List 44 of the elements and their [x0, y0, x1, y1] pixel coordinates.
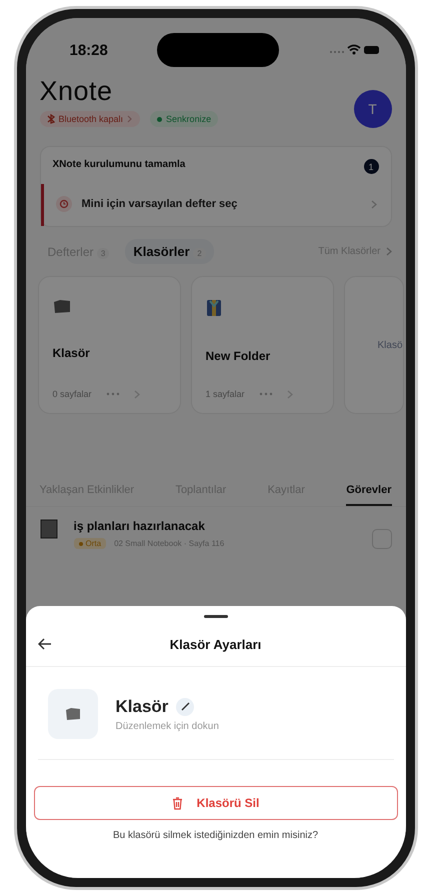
folder-icon [52, 299, 70, 314]
drag-handle[interactable] [204, 615, 228, 618]
task-title: iş planları hazırlanacak [74, 519, 206, 533]
folder-card[interactable]: New Folder 1 sayfalar [190, 276, 334, 414]
chevron-right-icon [134, 390, 140, 398]
setup-task-text: Mini için varsayılan defter seç [82, 198, 238, 210]
pencil-icon [180, 702, 190, 711]
chevron-right-icon [386, 247, 392, 256]
back-arrow-icon[interactable] [38, 638, 52, 650]
priority-dot [78, 542, 82, 546]
feed-tab[interactable]: Görevler [346, 484, 392, 506]
status-icons [328, 43, 380, 57]
page-count: 1 sayfalar [206, 389, 245, 399]
sheet-title: Klasör Ayarları [170, 636, 262, 652]
avatar[interactable]: T [354, 90, 392, 128]
folder-name: Klasö [377, 340, 402, 350]
trash-icon [172, 796, 183, 810]
setup-task-row[interactable]: Mini için varsayılan defter seç [40, 184, 390, 226]
delete-folder-button[interactable]: Klasörü Sil [34, 786, 398, 820]
bluetooth-off-icon [46, 114, 54, 124]
app-logo: Xnote [40, 76, 114, 107]
count-badge: 1 [364, 159, 378, 174]
folder-name: New Folder [206, 349, 272, 363]
status-time: 18:28 [70, 42, 108, 58]
folder-name: Klasör [52, 346, 91, 360]
alarm-icon [56, 196, 72, 212]
chevron-right-icon [370, 200, 376, 208]
folder-card[interactable]: Klasör 0 sayfalar [38, 276, 180, 414]
folder-name-text[interactable]: Klasör [116, 696, 168, 716]
edit-button[interactable] [176, 698, 194, 716]
edit-hint: Düzenlemek için dokun [116, 720, 219, 732]
chevron-right-icon [127, 115, 134, 123]
page-count: 0 sayfalar [52, 389, 92, 399]
chevron-right-icon [286, 390, 293, 398]
status-chip[interactable]: Bluetooth kapalı [40, 111, 140, 127]
status-chip[interactable]: Senkronize [150, 111, 218, 127]
status-dot [157, 116, 162, 122]
setup-title: XNote kurulumunu tamamla [52, 159, 186, 172]
binder-icon [206, 299, 222, 317]
notebook-icon [40, 519, 58, 539]
folder-icon [64, 707, 80, 721]
priority-tag: Orta [74, 538, 106, 549]
confirm-text: Bu klasörü silmek istediğinizden emin misiniz? [112, 830, 320, 841]
folder-card[interactable]: Klasö [344, 276, 404, 414]
